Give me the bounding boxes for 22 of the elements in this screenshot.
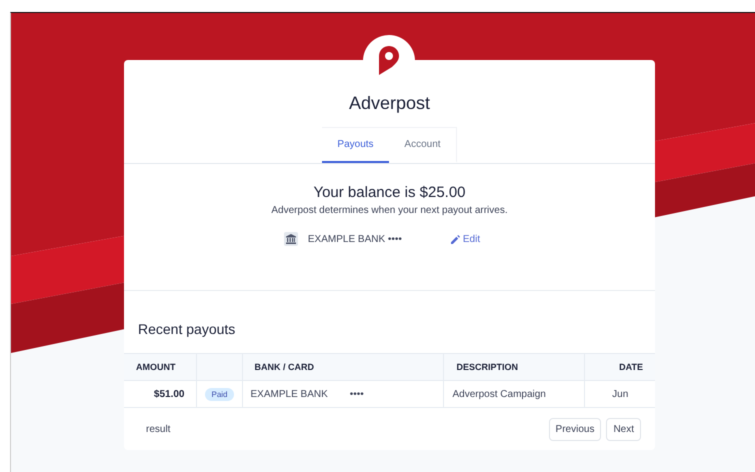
table-cell: Adverpost Campaign — [444, 380, 585, 408]
edit-link[interactable]: Edit — [450, 234, 480, 244]
balance-title: Your balance is $25.00 — [313, 184, 466, 201]
table-cell: $51.00 — [124, 380, 197, 408]
bank-account: EXAMPLE BANK •••• — [308, 234, 403, 244]
brand-title: Adverpost — [348, 93, 432, 115]
result-count: result — [146, 424, 170, 435]
table-cell: EXAMPLE BANK — [250, 388, 328, 400]
tab[interactable]: Payouts — [322, 127, 389, 163]
status-badge: Paid — [205, 388, 234, 400]
column-header: DATE — [584, 354, 655, 380]
column-header: AMOUNT — [124, 354, 197, 380]
pagination-button[interactable]: Previous — [548, 418, 602, 441]
pagination-button[interactable]: Next — [606, 418, 641, 441]
pencil-icon — [450, 234, 460, 244]
column-header: BANK / CARD — [242, 354, 444, 380]
section-title: Recent payouts — [138, 321, 236, 339]
tab[interactable]: Account — [389, 127, 457, 163]
bank-icon — [284, 232, 298, 246]
table-cell: •••• — [350, 388, 364, 400]
payout-note: Adverpost determines when your next payout arrives. — [271, 205, 508, 216]
column-header: DESCRIPTION — [444, 354, 585, 380]
